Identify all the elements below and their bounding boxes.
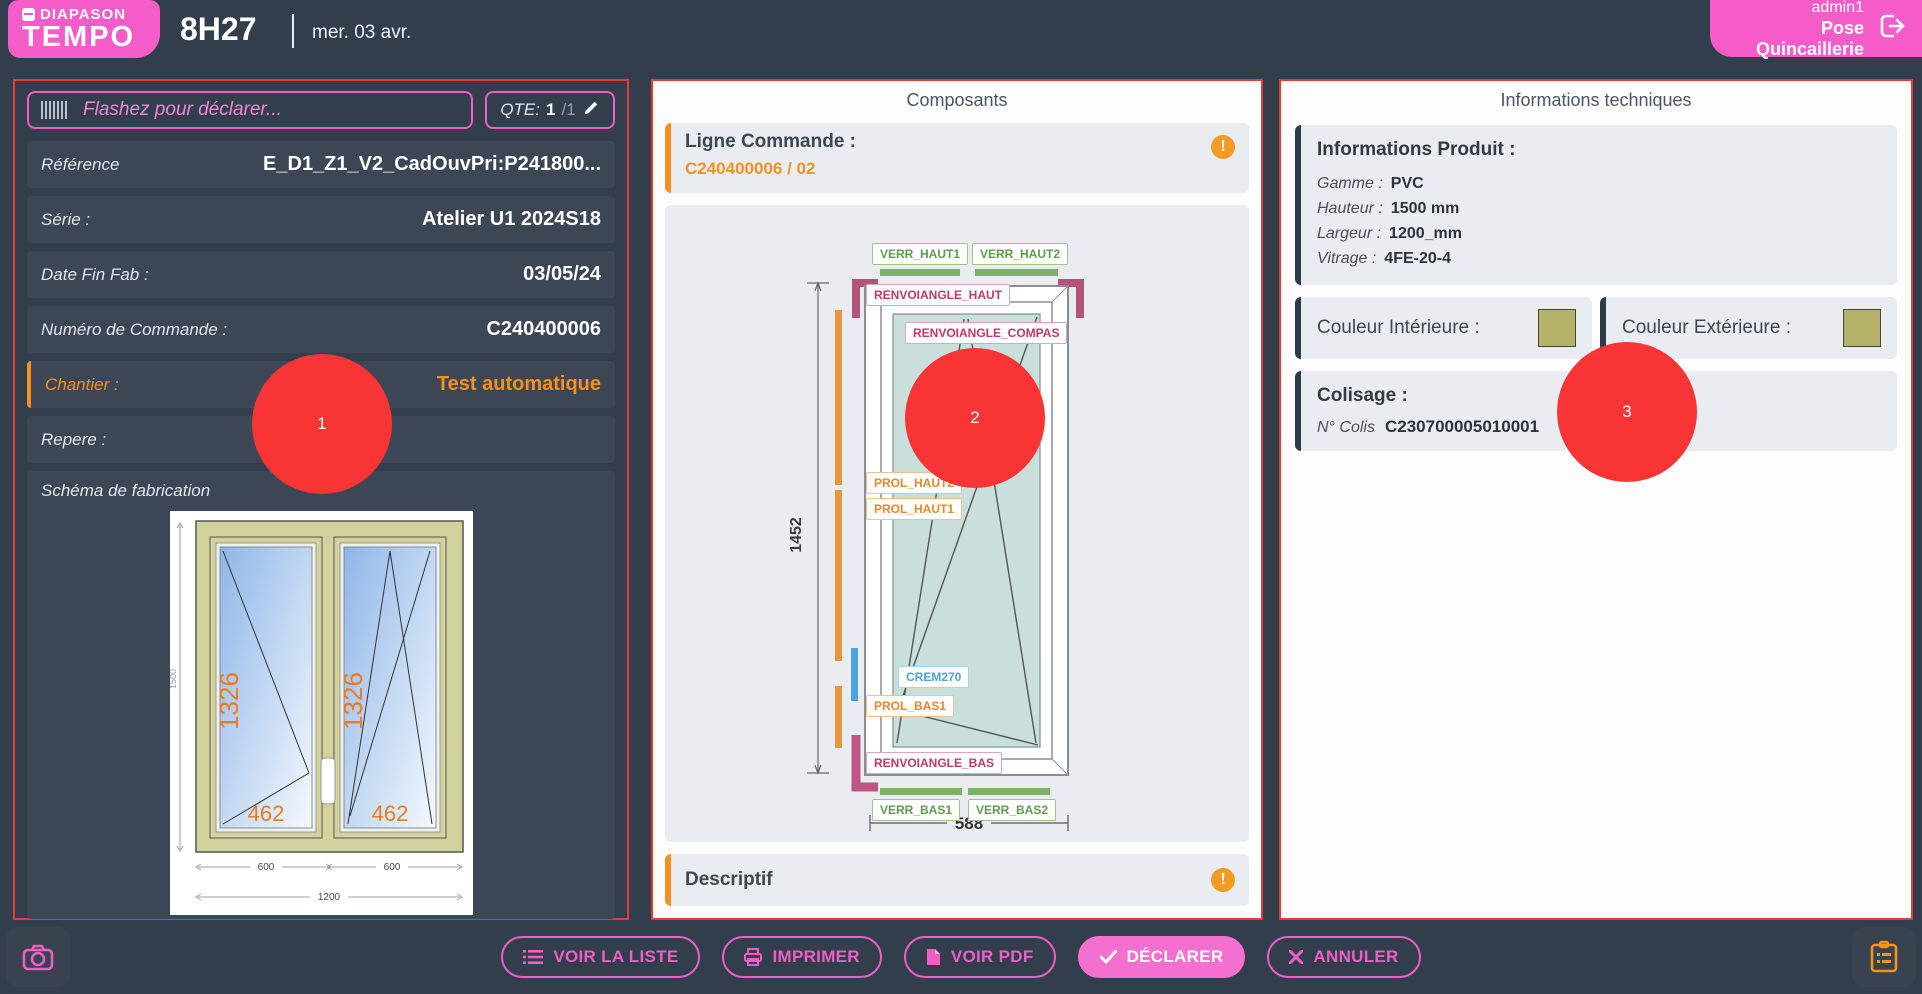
fabrication-schematic: 1500 1326 1326 bbox=[170, 511, 473, 915]
logout-icon[interactable] bbox=[1876, 10, 1908, 47]
logo-mark-icon bbox=[22, 8, 35, 21]
user-session-block[interactable]: admin1 Pose Quincaillerie bbox=[1710, 0, 1922, 57]
row-value: Atelier U1 2024S18 bbox=[422, 208, 601, 231]
schematic-total-width: 1200 bbox=[317, 892, 340, 903]
imprimer-button[interactable]: IMPRIMER bbox=[722, 936, 881, 978]
row-value: C240400006 bbox=[486, 318, 601, 341]
quantity-box[interactable]: QTE: 1 /1 bbox=[485, 91, 615, 129]
panel-composants: Composants Ligne Commande : C240400006 /… bbox=[651, 79, 1263, 920]
footer-bar: VOIR LA LISTE IMPRIMER VOIR PDF DÉCLARER… bbox=[0, 920, 1922, 994]
schematic-dim-right: 600 bbox=[383, 862, 400, 873]
row-label: Chantier : bbox=[45, 375, 119, 395]
component-label-renvoiangle-haut[interactable]: RENVOIANGLE_HAUT bbox=[866, 284, 1010, 306]
info-field-largeur: Largeur :1200_mm bbox=[1317, 221, 1881, 246]
scan-placeholder: Flashez pour déclarer... bbox=[83, 99, 282, 121]
row-label: Numéro de Commande : bbox=[41, 320, 227, 340]
annotation-circle-2: 2 bbox=[905, 348, 1045, 488]
list-icon bbox=[523, 949, 543, 965]
annuler-button[interactable]: ANNULER bbox=[1267, 936, 1420, 978]
annotation-circle-1: 1 bbox=[252, 354, 392, 494]
row-value: E_D1_Z1_V2_CadOuvPri:P241800... bbox=[263, 153, 601, 176]
panel-informations-techniques: Informations techniques Informations Pro… bbox=[1279, 79, 1913, 920]
info-field-gamme: Gamme :PVC bbox=[1317, 171, 1881, 196]
row-label: Repere : bbox=[41, 430, 106, 450]
row-serie: Série : Atelier U1 2024S18 bbox=[27, 196, 615, 243]
row-value: 03/05/24 bbox=[523, 263, 601, 286]
descriptif-label: Descriptif bbox=[685, 869, 773, 891]
component-label-prol-bas1[interactable]: PROL_BAS1 bbox=[866, 695, 954, 717]
descriptif-card[interactable]: Descriptif ! bbox=[665, 854, 1249, 906]
x-icon bbox=[1289, 950, 1303, 964]
colis-label: N° Colis bbox=[1317, 419, 1375, 436]
couleur-interieure-swatch bbox=[1538, 309, 1576, 347]
file-icon bbox=[926, 948, 941, 966]
component-label-renvoiangle-bas[interactable]: RENVOIANGLE_BAS bbox=[866, 752, 1002, 774]
alert-icon[interactable]: ! bbox=[1211, 135, 1235, 159]
component-label-verr-haut1[interactable]: VERR_HAUT1 bbox=[872, 243, 968, 265]
row-numero-commande: Numéro de Commande : C240400006 bbox=[27, 306, 615, 353]
qte-label: QTE: bbox=[500, 100, 540, 120]
clock-time: 8H27 bbox=[180, 11, 257, 48]
schematic-dim-left: 600 bbox=[257, 862, 274, 873]
ligne-commande-label: Ligne Commande : bbox=[685, 131, 1235, 153]
camera-button[interactable] bbox=[6, 927, 70, 987]
top-bar: DIAPASON TEMPO 8H27 mer. 03 avr. admin1 … bbox=[0, 0, 1922, 62]
colis-value: C230700005010001 bbox=[1385, 417, 1539, 436]
informations-produit-card: Informations Produit : Gamme :PVC Hauteu… bbox=[1295, 125, 1897, 285]
row-label: Schéma de fabrication bbox=[41, 481, 210, 500]
couleur-interieure-label: Couleur Intérieure : bbox=[1317, 317, 1480, 339]
qte-current: 1 bbox=[546, 100, 555, 120]
row-value: Test automatique bbox=[437, 373, 601, 396]
logo-line2: TEMPO bbox=[22, 23, 160, 51]
worklist-button[interactable] bbox=[1852, 927, 1916, 987]
printer-icon bbox=[744, 948, 762, 966]
info-field-vitrage: Vitrage :4FE-20-4 bbox=[1317, 246, 1881, 271]
voir-pdf-button[interactable]: VOIR PDF bbox=[904, 936, 1056, 978]
row-date-fin-fab: Date Fin Fab : 03/05/24 bbox=[27, 251, 615, 298]
row-label: Série : bbox=[41, 210, 90, 230]
component-label-verr-haut2[interactable]: VERR_HAUT2 bbox=[972, 243, 1068, 265]
alert-icon[interactable]: ! bbox=[1211, 868, 1235, 892]
schematic-sash-height-left: 1326 bbox=[214, 672, 244, 730]
row-label: Référence bbox=[41, 155, 119, 175]
barcode-icon bbox=[41, 101, 69, 119]
component-drawing: 1452 bbox=[665, 205, 1249, 842]
panel-production-info: Flashez pour déclarer... QTE: 1 /1 Référ… bbox=[13, 79, 629, 920]
schematic-total-height: 1500 bbox=[170, 669, 178, 689]
voir-la-liste-button[interactable]: VOIR LA LISTE bbox=[501, 936, 700, 978]
annotation-circle-3: 3 bbox=[1557, 342, 1697, 482]
ligne-commande-value: C240400006 / 02 bbox=[685, 159, 1235, 179]
schematic-sash-width-right: 462 bbox=[371, 801, 408, 826]
row-label: Date Fin Fab : bbox=[41, 265, 149, 285]
app-logo: DIAPASON TEMPO bbox=[8, 0, 160, 58]
composants-title: Composants bbox=[653, 81, 1261, 119]
informations-produit-title: Informations Produit : bbox=[1317, 139, 1881, 161]
schematic-sash-width-left: 462 bbox=[247, 801, 284, 826]
app-root: DIAPASON TEMPO 8H27 mer. 03 avr. admin1 … bbox=[0, 0, 1922, 994]
component-label-verr-bas1[interactable]: VERR_BAS1 bbox=[872, 799, 960, 821]
component-label-prol-haut1[interactable]: PROL_HAUT1 bbox=[866, 498, 962, 520]
component-label-renvoiangle-compas[interactable]: RENVOIANGLE_COMPAS bbox=[905, 322, 1067, 344]
declarer-button[interactable]: DÉCLARER bbox=[1078, 936, 1246, 978]
topbar-divider bbox=[292, 14, 294, 48]
couleur-interieure-card: Couleur Intérieure : bbox=[1295, 297, 1592, 359]
user-name: admin1 bbox=[1720, 0, 1864, 18]
row-schema-fabrication: Schéma de fabrication 1500 bbox=[27, 471, 615, 919]
info-field-hauteur: Hauteur :1500 mm bbox=[1317, 196, 1881, 221]
check-icon bbox=[1100, 950, 1117, 964]
clock-date: mer. 03 avr. bbox=[312, 22, 411, 44]
scan-input[interactable]: Flashez pour déclarer... bbox=[27, 91, 473, 129]
user-role: Pose Quincaillerie bbox=[1720, 18, 1864, 60]
drawing-dim-height: 1452 bbox=[788, 517, 805, 553]
component-label-verr-bas2[interactable]: VERR_BAS2 bbox=[968, 799, 1056, 821]
component-label-crem270[interactable]: CREM270 bbox=[898, 666, 969, 688]
informations-techniques-title: Informations techniques bbox=[1281, 81, 1911, 119]
couleur-exterieure-label: Couleur Extérieure : bbox=[1622, 317, 1791, 339]
row-reference: Référence E_D1_Z1_V2_CadOuvPri:P241800..… bbox=[27, 141, 615, 188]
ligne-commande-card[interactable]: Ligne Commande : C240400006 / 02 ! bbox=[665, 123, 1249, 193]
edit-pencil-icon[interactable] bbox=[582, 99, 600, 122]
schematic-sash-height-right: 1326 bbox=[338, 672, 368, 730]
couleur-exterieure-swatch bbox=[1843, 309, 1881, 347]
qte-total: /1 bbox=[561, 100, 575, 120]
